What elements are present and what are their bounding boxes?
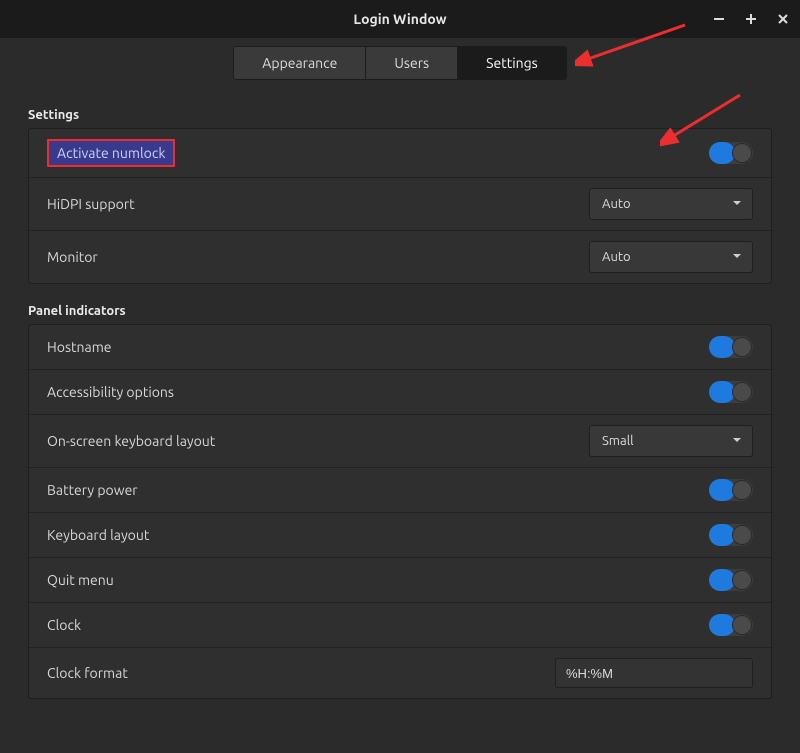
row-battery: Battery power — [29, 467, 771, 512]
label-battery: Battery power — [47, 482, 138, 498]
minimize-button[interactable] — [710, 10, 728, 28]
dropdown-monitor-value: Auto — [602, 250, 631, 264]
chevron-down-icon — [732, 197, 742, 211]
titlebar: Login Window — [0, 0, 800, 38]
label-monitor: Monitor — [47, 249, 98, 265]
window-title: Login Window — [353, 11, 446, 27]
label-kblayout: Keyboard layout — [47, 527, 149, 543]
tab-settings[interactable]: Settings — [458, 47, 566, 79]
label-accessibility: Accessibility options — [47, 384, 174, 400]
chevron-down-icon — [732, 434, 742, 448]
dropdown-hidpi-value: Auto — [602, 197, 631, 211]
row-activate-numlock: Activate numlock — [29, 129, 771, 177]
section-title-panel: Panel indicators — [28, 304, 772, 318]
row-hidpi: HiDPI support Auto — [29, 177, 771, 230]
toggle-quit[interactable] — [709, 569, 753, 591]
input-clock-format[interactable] — [555, 658, 753, 688]
row-clock: Clock — [29, 602, 771, 647]
row-osk: On-screen keyboard layout Small — [29, 414, 771, 467]
label-clockfmt: Clock format — [47, 665, 128, 681]
chevron-down-icon — [732, 250, 742, 264]
label-quit: Quit menu — [47, 572, 114, 588]
dropdown-osk[interactable]: Small — [589, 425, 753, 457]
section-title-settings: Settings — [28, 108, 772, 122]
maximize-button[interactable] — [742, 10, 760, 28]
dropdown-osk-value: Small — [602, 434, 634, 448]
tab-users[interactable]: Users — [366, 47, 458, 79]
toggle-battery[interactable] — [709, 479, 753, 501]
login-window: Login Window Appearance Users Settings S… — [0, 0, 800, 753]
label-clock: Clock — [47, 617, 81, 633]
dropdown-hidpi[interactable]: Auto — [589, 188, 753, 220]
row-clockfmt: Clock format — [29, 647, 771, 698]
dropdown-monitor[interactable]: Auto — [589, 241, 753, 273]
toggle-clock[interactable] — [709, 614, 753, 636]
row-hostname: Hostname — [29, 325, 771, 369]
label-osk: On-screen keyboard layout — [47, 433, 215, 449]
label-activate-numlock: Activate numlock — [47, 139, 175, 167]
toggle-accessibility[interactable] — [709, 381, 753, 403]
tab-appearance[interactable]: Appearance — [234, 47, 366, 79]
panel-indicators-panel: Hostname Accessibility options On-screen… — [28, 324, 772, 699]
label-hidpi: HiDPI support — [47, 196, 135, 212]
row-kblayout: Keyboard layout — [29, 512, 771, 557]
close-button[interactable] — [774, 10, 792, 28]
row-monitor: Monitor Auto — [29, 230, 771, 283]
toggle-hostname[interactable] — [709, 336, 753, 358]
row-quit: Quit menu — [29, 557, 771, 602]
label-hostname: Hostname — [47, 339, 112, 355]
body: Settings Activate numlock HiDPI support … — [0, 80, 800, 739]
tab-bar: Appearance Users Settings — [0, 46, 800, 80]
row-accessibility: Accessibility options — [29, 369, 771, 414]
toggle-kblayout[interactable] — [709, 524, 753, 546]
settings-panel: Activate numlock HiDPI support Auto Moni… — [28, 128, 772, 284]
window-controls — [710, 0, 792, 38]
toggle-activate-numlock[interactable] — [709, 142, 753, 164]
